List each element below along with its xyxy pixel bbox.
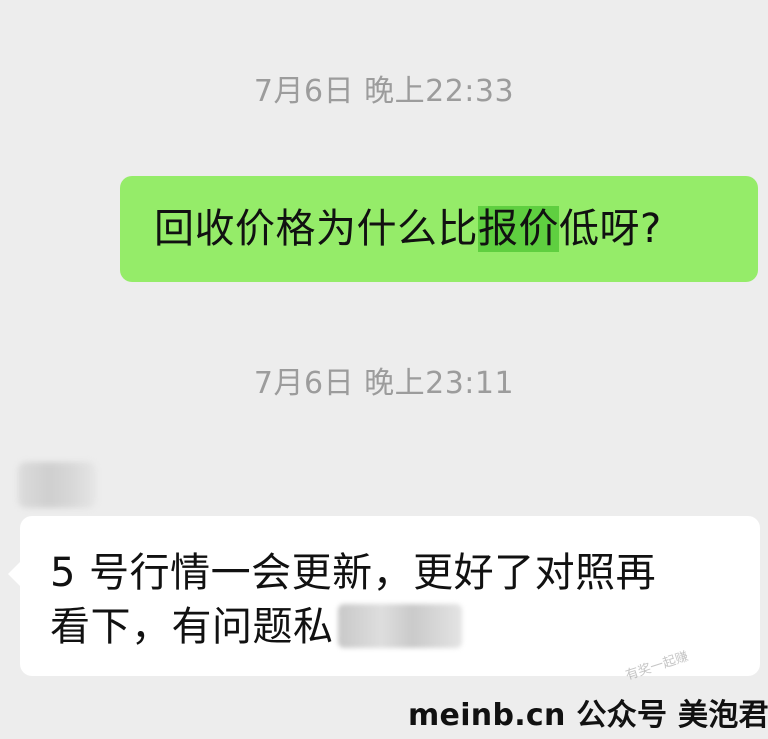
received-message-bubble[interactable]: 5 号行情一会更新，更好了对照再 看下，有问题私: [8, 516, 760, 676]
sent-message-text: 回收价格为什么比报价低呀?: [154, 202, 662, 256]
received-text-part: 看下，有问题私: [50, 604, 334, 650]
sent-text-part: 回收价格为什么比: [154, 206, 478, 252]
chat-area: 7月6日 晚上22:33 回收价格为什么比报价低呀? 7月6日 晚上23:11 …: [0, 0, 768, 739]
message-timestamp: 7月6日 晚上22:33: [253, 74, 515, 109]
message-timestamp: 7月6日 晚上23:11: [253, 366, 515, 401]
blurred-text: [337, 604, 462, 648]
sent-message-bubble[interactable]: 回收价格为什么比报价低呀?: [120, 176, 758, 282]
selected-text-highlight[interactable]: 报价: [478, 206, 559, 252]
sent-text-part: 低呀?: [559, 206, 662, 252]
received-message-line: 看下，有问题私: [50, 600, 738, 654]
received-message-line: 5 号行情一会更新，更好了对照再: [50, 550, 657, 596]
blurred-sender-name: [18, 462, 96, 508]
watermark-text: meinb.cn 公众号 美泡君: [408, 698, 768, 733]
